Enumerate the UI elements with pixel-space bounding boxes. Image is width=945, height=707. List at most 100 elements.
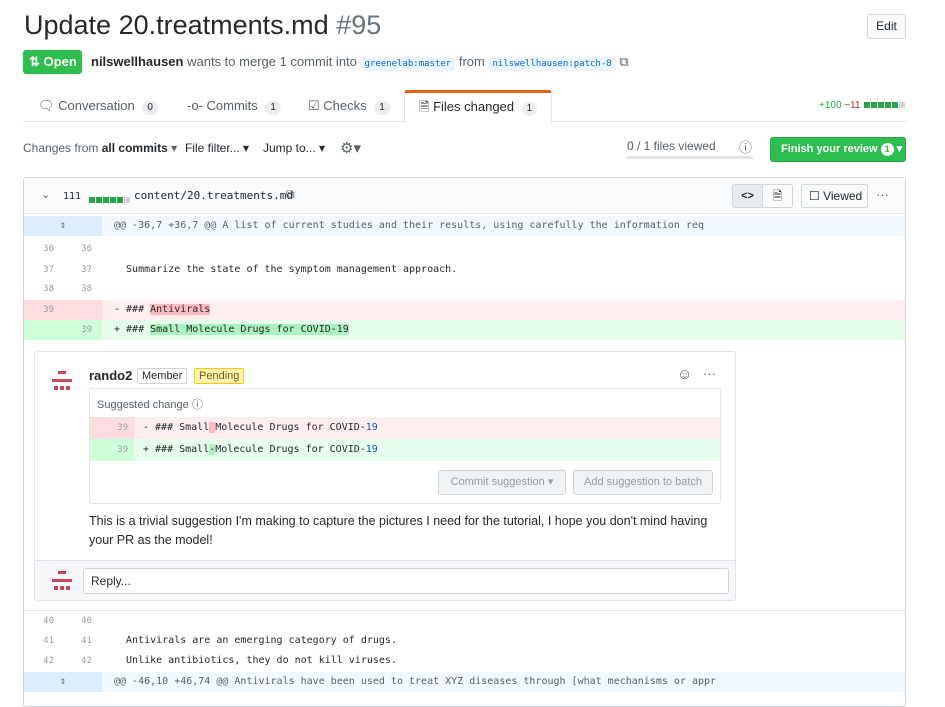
author-link[interactable]: nilswellhausen (91, 54, 183, 69)
tab-files-changed[interactable]: 🗎 Files changed 1 (404, 90, 553, 123)
added-text: Small Molecule Drugs for COVID-19 (150, 324, 349, 335)
comment-icon: 🗨 (38, 98, 55, 113)
old-line-number[interactable]: 38 (16, 279, 54, 299)
expand-icon[interactable]: ⇕ (24, 216, 102, 236)
tab-counter: 1 (265, 101, 281, 115)
info-icon[interactable]: ⓘ (192, 399, 203, 411)
line-number: 39 (117, 423, 128, 433)
comment-body: This is a trivial suggestion I'm making … (89, 512, 729, 550)
tab-commits[interactable]: -o- Commits 1 (187, 90, 281, 122)
copy-icon[interactable]: ⧉ (619, 54, 628, 69)
add-to-batch-button[interactable]: Add suggestion to batch (573, 470, 713, 495)
merge-text: wants to merge 1 commit into (187, 54, 357, 69)
tab-counter: 1 (521, 102, 538, 116)
info-icon[interactable]: ⓘ (739, 137, 752, 156)
base-branch[interactable]: greenelab:master (360, 57, 456, 71)
diffstat: +100 −11 (819, 100, 906, 111)
deleted-row: 39 - ### Antivirals (24, 300, 905, 320)
jump-to-dropdown[interactable]: Jump to... ▾ (263, 141, 325, 155)
pending-badge: Pending (194, 368, 245, 384)
edit-button[interactable]: Edit (867, 14, 906, 39)
suggestion-deleted-row: 39 - ### Small Molecule Drugs for COVID-… (90, 417, 720, 439)
commit-icon: -o- (187, 98, 203, 113)
rich-diff-icon[interactable]: 🗎 (762, 184, 793, 208)
old-line-number[interactable]: 37 (16, 260, 54, 280)
diff-row: 38 38 (24, 279, 905, 299)
new-line-number[interactable]: 40 (54, 611, 92, 631)
chevron-down-icon[interactable]: ⌄ (41, 188, 50, 201)
files-viewed: 0 / 1 files viewed (627, 139, 716, 153)
comment-line-2: your PR as the model! (89, 533, 213, 547)
added-row: 39 + ### Small Molecule Drugs for COVID-… (24, 320, 905, 340)
code-prefix: + ### (114, 324, 151, 335)
tab-conversation[interactable]: 🗨 Conversation 0 (38, 90, 158, 122)
viewed-checkbox[interactable]: ☐ Viewed (801, 184, 868, 208)
comment-author[interactable]: rando2 (89, 368, 132, 383)
diff-row: 36 36 (24, 239, 905, 259)
reply-input[interactable]: Reply... (83, 568, 729, 594)
file-changes-count: 111 (63, 191, 82, 202)
new-line-number[interactable]: 37 (54, 260, 92, 280)
new-line-number[interactable]: 36 (54, 239, 92, 259)
deletions-count: −11 (844, 100, 861, 111)
diff-row: 42 42 Unlike antibiotics, they do not ki… (24, 651, 905, 671)
from-text: from (458, 54, 485, 69)
avatar[interactable] (50, 369, 74, 393)
gear-icon[interactable]: ⚙▾ (340, 139, 361, 157)
file-filter-label: File filter... (185, 141, 240, 155)
code-prefix: - ### (114, 304, 151, 315)
status-badge: ⇅ Open (23, 50, 82, 74)
tab-label: Files changed (433, 99, 515, 114)
old-line-number[interactable]: 41 (16, 631, 54, 651)
changes-prefix: Changes from (23, 141, 99, 155)
status-label: Open (43, 54, 77, 69)
more-icon[interactable]: ··· (876, 187, 889, 202)
old-line-number[interactable]: 40 (16, 611, 54, 631)
copy-icon[interactable]: ⧉ (286, 187, 295, 202)
old-line-number[interactable]: 36 (16, 239, 54, 259)
new-line-number[interactable]: 41 (54, 631, 92, 651)
comment-line-1: This is a trivial suggestion I'm making … (89, 514, 708, 528)
review-comment: rando2 Member Pending ☺ ··· Suggested ch… (34, 351, 736, 601)
new-line-number[interactable]: 38 (54, 279, 92, 299)
tab-label: Commits (206, 98, 258, 113)
pr-meta: nilswellhausen wants to merge 1 commit i… (91, 54, 629, 71)
new-line-number[interactable]: 39 (54, 320, 92, 340)
changes-value: all commits (101, 141, 168, 155)
file-diffstat-bar (88, 191, 130, 206)
code-text: Antivirals are an emerging category of d… (114, 635, 397, 646)
expand-icon[interactable]: ⇕ (24, 672, 102, 692)
source-diff-icon[interactable]: <> (732, 184, 763, 208)
tab-counter: 0 (142, 101, 158, 115)
new-line-number[interactable]: 42 (54, 651, 92, 671)
commit-suggestion-button[interactable]: Commit suggestion ▾ (438, 470, 566, 495)
diff-row: 41 41 Antivirals are an emerging categor… (24, 631, 905, 651)
viewed-label: Viewed (823, 189, 863, 203)
tab-checks[interactable]: ☑ Checks 1 (308, 90, 390, 122)
changes-from-dropdown[interactable]: Changes from all commits ▾ (23, 141, 177, 155)
pr-tabs: 🗨 Conversation 0 -o- Commits 1 ☑ Checks … (23, 90, 906, 123)
smiley-icon[interactable]: ☺ (677, 366, 692, 383)
hunk-header: ⇕ @@ -36,7 +36,7 @@ A list of current st… (24, 216, 905, 236)
pr-number: #95 (336, 10, 382, 40)
finish-review-button[interactable]: Finish your review 1 ▾ (770, 137, 906, 162)
file-diff: ⌄ 111 content/20.treatments.md ⧉ <> 🗎 ☐ … (23, 177, 906, 707)
diff-row: 40 40 (24, 610, 905, 630)
hunk-text: @@ -46,10 +46,74 @@ Antivirals have been… (114, 676, 717, 687)
old-line-number[interactable]: 39 (16, 300, 54, 320)
file-filter-dropdown[interactable]: File filter... ▾ (185, 141, 249, 155)
pr-title-text: Update 20.treatments.md (24, 10, 329, 40)
tab-label: Conversation (58, 98, 135, 113)
diff-row: 37 37 Summarize the state of the symptom… (24, 260, 905, 280)
member-badge: Member (137, 368, 188, 384)
file-path[interactable]: content/20.treatments.md (134, 189, 293, 202)
finish-review-label: Finish your review (781, 143, 878, 155)
head-branch[interactable]: nilswellhausen:patch-8 (488, 57, 616, 71)
jump-to-label: Jump to... (263, 141, 316, 155)
line-number: 39 (117, 445, 128, 455)
deleted-text: Antivirals (150, 304, 211, 315)
finish-review-count: 1 (880, 143, 894, 156)
old-line-number[interactable]: 42 (16, 651, 54, 671)
more-icon[interactable]: ··· (703, 366, 716, 381)
suggested-change: Suggested change ⓘ 39 - ### Small Molecu… (89, 388, 721, 504)
